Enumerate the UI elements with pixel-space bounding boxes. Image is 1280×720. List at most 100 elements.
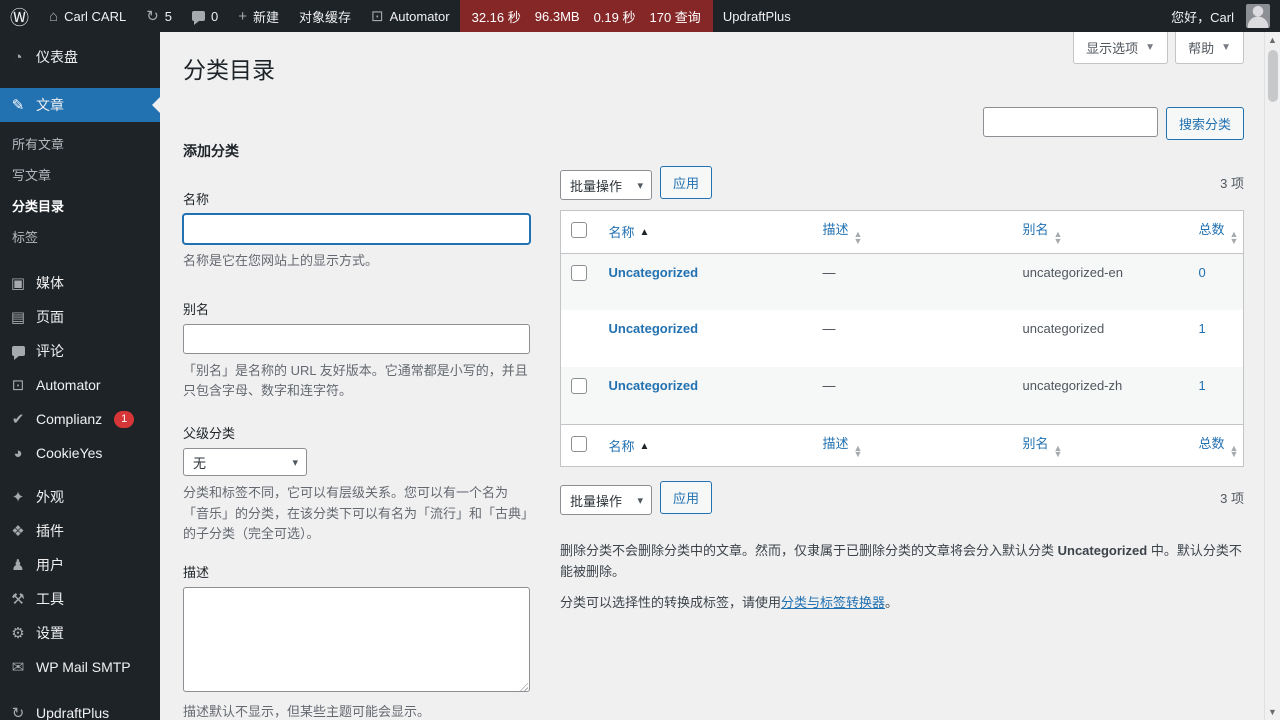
sidebar-item-automator[interactable]: ⊡ Automator: [0, 368, 160, 402]
sidebar-item-label: 插件: [36, 521, 64, 541]
category-slug: uncategorized-zh: [1015, 367, 1191, 424]
updraftplus-label: UpdraftPlus: [723, 9, 791, 24]
column-footer-slug[interactable]: 别名▲▼: [1015, 424, 1191, 467]
sidebar-item-updraftplus[interactable]: ↻ UpdraftPlus: [0, 696, 160, 720]
updates-count: 5: [165, 9, 172, 24]
select-all-checkbox[interactable]: [571, 436, 587, 452]
tools-icon: ⚒: [8, 592, 28, 607]
row-checkbox[interactable]: [571, 265, 587, 281]
site-name-menu[interactable]: ⌂Carl CARL: [39, 0, 136, 32]
category-count-link[interactable]: 1: [1199, 321, 1206, 336]
table-row: Uncategorized — uncategorized 1: [561, 310, 1244, 367]
search-input[interactable]: [983, 107, 1158, 137]
footer-notes: 删除分类不会删除分类中的文章。然而，仅隶属于已删除分类的文章将会分入默认分类 U…: [560, 541, 1244, 613]
updraftplus-icon: ↻: [8, 706, 28, 720]
sidebar-item-label: 页面: [36, 307, 64, 327]
cookieyes-icon: ◕: [8, 446, 28, 461]
category-count-link[interactable]: 0: [1199, 265, 1206, 280]
apply-button[interactable]: 应用: [660, 166, 712, 199]
scroll-up-icon[interactable]: ▲: [1268, 32, 1277, 48]
sidebar-item-all-posts[interactable]: 所有文章: [0, 128, 160, 159]
category-description: —: [815, 310, 1015, 367]
comments-icon: [192, 11, 205, 21]
column-header-name[interactable]: 名称▲: [601, 211, 815, 254]
dashboard-icon: ◔: [8, 50, 28, 65]
sidebar-item-wp-mail-smtp[interactable]: ✉ WP Mail SMTP: [0, 650, 160, 684]
parent-category-select[interactable]: 无: [183, 448, 307, 476]
sidebar-item-dashboard[interactable]: ◔ 仪表盘: [0, 40, 160, 74]
sidebar-item-settings[interactable]: ⚙ 设置: [0, 616, 160, 650]
avatar: [1246, 4, 1270, 28]
categories-table: 名称▲ 描述▲▼ 别名▲▼ 总数▲▼ Uncategorized — uncat…: [560, 210, 1244, 467]
new-content-label: 新建: [253, 7, 279, 26]
admin-bar-left: Ⓦ ⌂Carl CARL ↻5 0 +新建 对象缓存 ⊡Automator 32…: [0, 0, 801, 32]
category-name-link[interactable]: Uncategorized: [609, 378, 699, 393]
sidebar-item-plugins[interactable]: ❖ 插件: [0, 514, 160, 548]
tag-converter-link[interactable]: 分类与标签转换器: [781, 595, 885, 610]
notification-badge: 1: [114, 411, 134, 428]
search-button[interactable]: 搜索分类: [1166, 107, 1244, 140]
column-header-count[interactable]: 总数▲▼: [1191, 211, 1244, 254]
automator-label: Automator: [390, 9, 450, 24]
category-name-link[interactable]: Uncategorized: [609, 321, 699, 336]
category-slug: uncategorized-en: [1015, 253, 1191, 310]
category-count-link[interactable]: 1: [1199, 378, 1206, 393]
row-checkbox[interactable]: [571, 378, 587, 394]
category-name-input[interactable]: [183, 214, 530, 244]
settings-icon: ⚙: [8, 626, 28, 641]
automator-menu[interactable]: ⊡ Automator: [361, 0, 460, 32]
sidebar-item-users[interactable]: ♟ 用户: [0, 548, 160, 582]
object-cache-menu[interactable]: 对象缓存: [289, 0, 361, 32]
my-account-menu[interactable]: 您好，Carl: [1161, 0, 1280, 32]
posts-icon: ✎: [8, 98, 28, 113]
name-label: 名称: [183, 189, 530, 208]
automator-icon: ⊡: [371, 9, 384, 24]
sidebar-item-pages[interactable]: ▤ 页面: [0, 300, 160, 334]
sidebar-item-posts[interactable]: ✎ 文章: [0, 88, 160, 122]
sidebar-item-new-post[interactable]: 写文章: [0, 159, 160, 190]
sidebar-item-tags[interactable]: 标签: [0, 221, 160, 252]
posts-submenu: 所有文章 写文章 分类目录 标签: [0, 122, 160, 266]
wordpress-logo-menu[interactable]: Ⓦ: [0, 0, 39, 32]
screen-options-tab[interactable]: 显示选项 ▼: [1073, 32, 1168, 64]
scrollbar-thumb[interactable]: [1268, 50, 1278, 102]
query-monitor-menu[interactable]: 32.16 秒 96.3MB 0.19 秒 170 查询: [460, 0, 713, 32]
scroll-down-icon[interactable]: ▼: [1268, 704, 1277, 720]
sidebar-item-tools[interactable]: ⚒ 工具: [0, 582, 160, 616]
help-tab[interactable]: 帮助 ▼: [1175, 32, 1244, 64]
category-description-textarea[interactable]: [183, 587, 530, 692]
updraftplus-menu[interactable]: UpdraftPlus: [713, 0, 801, 32]
search-form: 搜索分类: [560, 107, 1244, 140]
greeting-label: 您好，Carl: [1171, 7, 1234, 26]
sidebar-item-categories[interactable]: 分类目录: [0, 190, 160, 221]
bulk-actions-select[interactable]: 批量操作: [560, 485, 652, 515]
sort-asc-icon: ▲: [640, 441, 650, 452]
column-header-description[interactable]: 描述▲▼: [815, 211, 1015, 254]
apply-button[interactable]: 应用: [660, 481, 712, 514]
new-content-menu[interactable]: +新建: [228, 0, 289, 32]
column-header-slug[interactable]: 别名▲▼: [1015, 211, 1191, 254]
category-description: —: [815, 367, 1015, 424]
sidebar-item-media[interactable]: ▣ 媒体: [0, 266, 160, 300]
category-name-link[interactable]: Uncategorized: [609, 265, 699, 280]
category-slug-input[interactable]: [183, 324, 530, 354]
category-description: —: [815, 253, 1015, 310]
category-list-area: 搜索分类 批量操作 应用 3 项 名称▲ 描述▲▼: [560, 107, 1244, 720]
select-all-checkbox[interactable]: [571, 222, 587, 238]
bulk-actions-select[interactable]: 批量操作: [560, 170, 652, 200]
items-count: 3 项: [1220, 488, 1244, 507]
sidebar-item-complianz[interactable]: ✔ Complianz 1: [0, 402, 160, 436]
scrollbar[interactable]: ▲ ▼: [1264, 32, 1280, 720]
comments-menu[interactable]: 0: [182, 0, 228, 32]
column-footer-count[interactable]: 总数▲▼: [1191, 424, 1244, 467]
slug-help: 「别名」是名称的 URL 友好版本。它通常都是小写的，并且只包含字母、数字和连字…: [183, 361, 530, 401]
updates-icon: ↻: [146, 9, 159, 24]
sidebar-item-comments[interactable]: 评论: [0, 334, 160, 368]
sidebar-item-cookieyes[interactable]: ◕ CookieYes: [0, 436, 160, 470]
sort-icons: ▲▼: [854, 231, 863, 245]
updates-menu[interactable]: ↻5: [136, 0, 182, 32]
column-footer-description[interactable]: 描述▲▼: [815, 424, 1015, 467]
sidebar-item-appearance[interactable]: ✦ 外观: [0, 480, 160, 514]
tablenav-top: 批量操作 应用 3 项: [560, 164, 1244, 200]
column-footer-name[interactable]: 名称▲: [601, 424, 815, 467]
